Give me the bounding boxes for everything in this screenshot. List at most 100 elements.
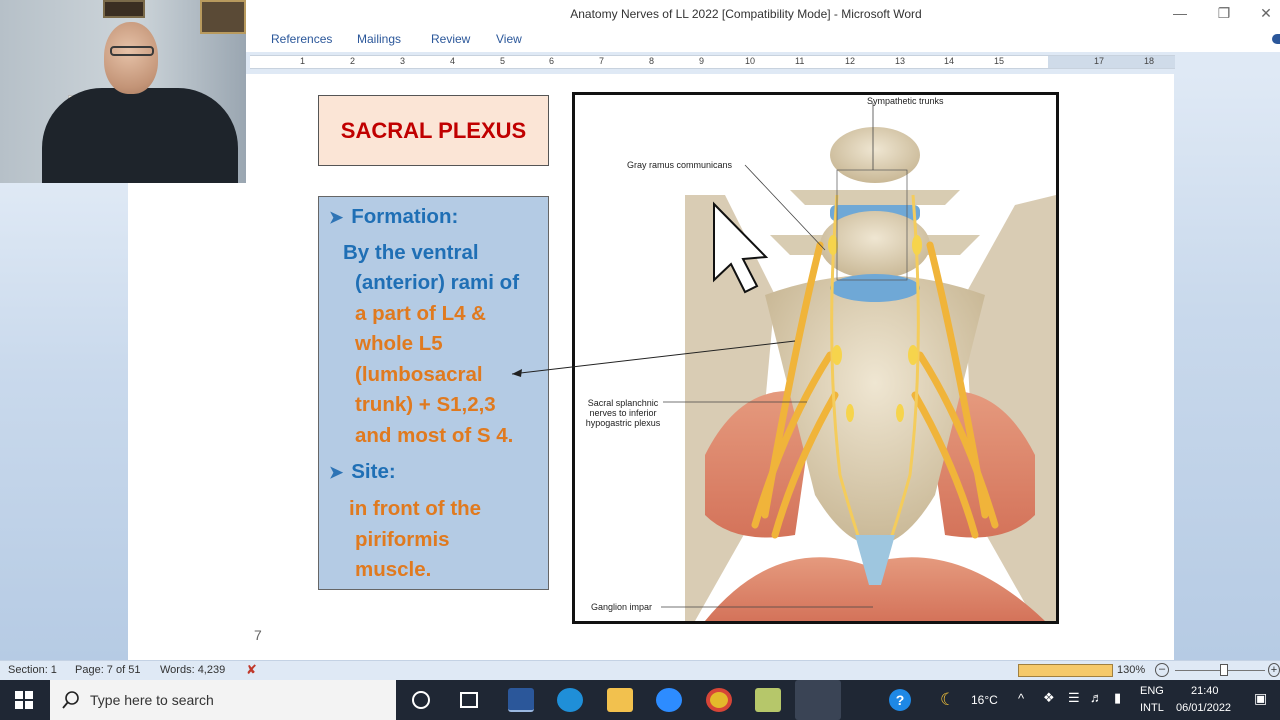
battery-icon[interactable]: ▮ [1114, 690, 1121, 706]
presenter-body [42, 88, 238, 183]
webcam-overlay [0, 0, 246, 183]
label-line: nerves to inferior [589, 408, 657, 418]
title-bar: Anatomy Nerves of LL 2022 [Compatibility… [246, 0, 1280, 28]
ruler-number: 14 [944, 56, 955, 66]
vertebra-l4 [830, 127, 920, 183]
site-line: piriformis [355, 528, 450, 551]
ruler-number: 15 [994, 56, 1005, 66]
notes-app-icon[interactable] [755, 688, 781, 712]
tab-references[interactable]: References [271, 32, 332, 46]
ruler-number: 1 [300, 56, 306, 66]
label-sympathetic-trunks: Sympathetic trunks [867, 96, 944, 106]
zoom-in-icon[interactable]: + [1268, 663, 1280, 677]
weather-temp[interactable]: 16°C [971, 693, 998, 707]
ruler-number: 9 [699, 56, 705, 66]
site-line: in front of the [349, 497, 482, 520]
tab-review[interactable]: Review [431, 32, 470, 46]
transverse-process [790, 190, 960, 205]
tray-expand-icon[interactable]: ^ [1018, 691, 1024, 706]
search-placeholder: Type here to search [90, 692, 214, 708]
formation-line: a part of L4 & [355, 302, 486, 325]
ruler-number: 5 [500, 56, 506, 66]
volume-icon[interactable]: ♬ [1090, 690, 1103, 705]
slide-title-box: SACRAL PLEXUS [318, 95, 549, 166]
edge-app-icon[interactable] [557, 688, 583, 712]
clock-time[interactable]: 21:40 [1191, 685, 1219, 697]
formation-line: whole L5 [355, 332, 443, 355]
right-gutter [1174, 74, 1280, 660]
formation-line: and most of S 4. [355, 424, 514, 447]
label-line: Sacral splanchnic [587, 398, 659, 408]
minimize-icon[interactable]: — [1170, 4, 1190, 22]
ruler-number: 3 [400, 56, 406, 66]
formation-line: (anterior) rami of [355, 271, 520, 294]
windows-icon [15, 691, 33, 709]
site-label: Site: [351, 460, 396, 483]
view-buttons[interactable] [1018, 664, 1113, 677]
formation-label: Formation: [351, 205, 459, 228]
restore-icon[interactable]: ❐ [1214, 4, 1234, 22]
ruler-number: 6 [549, 56, 555, 66]
start-button[interactable] [0, 680, 48, 720]
language-line1[interactable]: ENG [1140, 685, 1164, 697]
taskbar: Type here to search ? ☾ 16°C ^ ❖ ☰ ♬ ▮ E… [0, 680, 1280, 720]
formation-heading: ➤ Formation: [329, 202, 458, 233]
formation-line: (lumbosacral [355, 363, 483, 386]
status-page[interactable]: Page: 7 of 51 [75, 664, 140, 676]
ribbon-expand-icon[interactable] [1272, 34, 1280, 44]
ribbon-tabs: References Mailings Review View [246, 28, 1280, 52]
ruler-number: 17 [1094, 56, 1105, 66]
wall-picture-frame [103, 0, 145, 18]
taskbar-search-box[interactable]: Type here to search [50, 680, 396, 720]
weather-icon[interactable]: ☾ [940, 690, 955, 710]
label-gray-ramus: Gray ramus communicans [627, 160, 733, 170]
tab-view[interactable]: View [496, 32, 522, 46]
sacral-plexus-figure: Sympathetic trunks Gray ramus communican… [572, 92, 1059, 624]
status-section[interactable]: Section: 1 [8, 664, 57, 676]
ruler-number: 8 [649, 56, 655, 66]
tab-mailings[interactable]: Mailings [357, 32, 401, 46]
ruler-number: 12 [845, 56, 856, 66]
ruler-number: 4 [450, 56, 456, 66]
word-app-icon[interactable] [508, 688, 534, 712]
task-view-icon[interactable] [460, 692, 478, 708]
language-line2[interactable]: INTL [1140, 702, 1164, 714]
wifi-icon[interactable]: ☰ [1068, 690, 1080, 706]
label-ganglion-impar: Ganglion impar [591, 602, 653, 612]
bluetooth-icon[interactable]: ❖ [1043, 690, 1055, 706]
label-line: hypogastric plexus [585, 418, 661, 428]
ruler-number: 7 [599, 56, 605, 66]
zoom-level[interactable]: 130% [1117, 664, 1145, 676]
status-words[interactable]: Words: 4,239 [160, 664, 225, 676]
lumbosacral-disc [830, 274, 920, 302]
site-heading: ➤ Site: [329, 457, 396, 488]
proofing-icon[interactable]: ✘ [246, 662, 257, 678]
ruler-number: 10 [745, 56, 756, 66]
ruler-number: 13 [895, 56, 906, 66]
label-sacral-splanchnic: Sacral splanchnic nerves to inferior hyp… [579, 398, 667, 428]
close-icon[interactable]: ✕ [1256, 4, 1276, 22]
left-gutter [0, 183, 128, 660]
site-line: muscle. [355, 558, 432, 581]
chrome-icon[interactable] [706, 688, 732, 712]
zoom-slider-thumb[interactable] [1220, 664, 1228, 676]
ruler-number: 2 [350, 56, 356, 66]
presenter-head [104, 22, 158, 94]
status-bar: Section: 1 Page: 7 of 51 Words: 4,239 ✘ … [0, 660, 1280, 680]
cortana-icon[interactable] [412, 691, 430, 709]
slide-title: SACRAL PLEXUS [340, 117, 527, 143]
anatomy-illustration [661, 103, 1056, 621]
file-explorer-icon[interactable] [607, 688, 633, 712]
notification-icon[interactable]: ▣ [1254, 690, 1267, 707]
zoom-out-icon[interactable]: – [1155, 663, 1169, 677]
help-icon[interactable]: ? [889, 689, 911, 711]
page-number: 7 [254, 627, 262, 643]
clock-date[interactable]: 06/01/2022 [1176, 702, 1231, 714]
arrow-bullet-icon: ➤ [329, 463, 344, 482]
window-title: Anatomy Nerves of LL 2022 [Compatibility… [570, 7, 922, 21]
ruler-number: 18 [1144, 56, 1155, 66]
camera-app-icon[interactable] [795, 680, 841, 720]
zoom-app-icon[interactable] [656, 688, 682, 712]
wall-picture-frame [200, 0, 246, 34]
formation-line: By the ventral [343, 241, 479, 264]
